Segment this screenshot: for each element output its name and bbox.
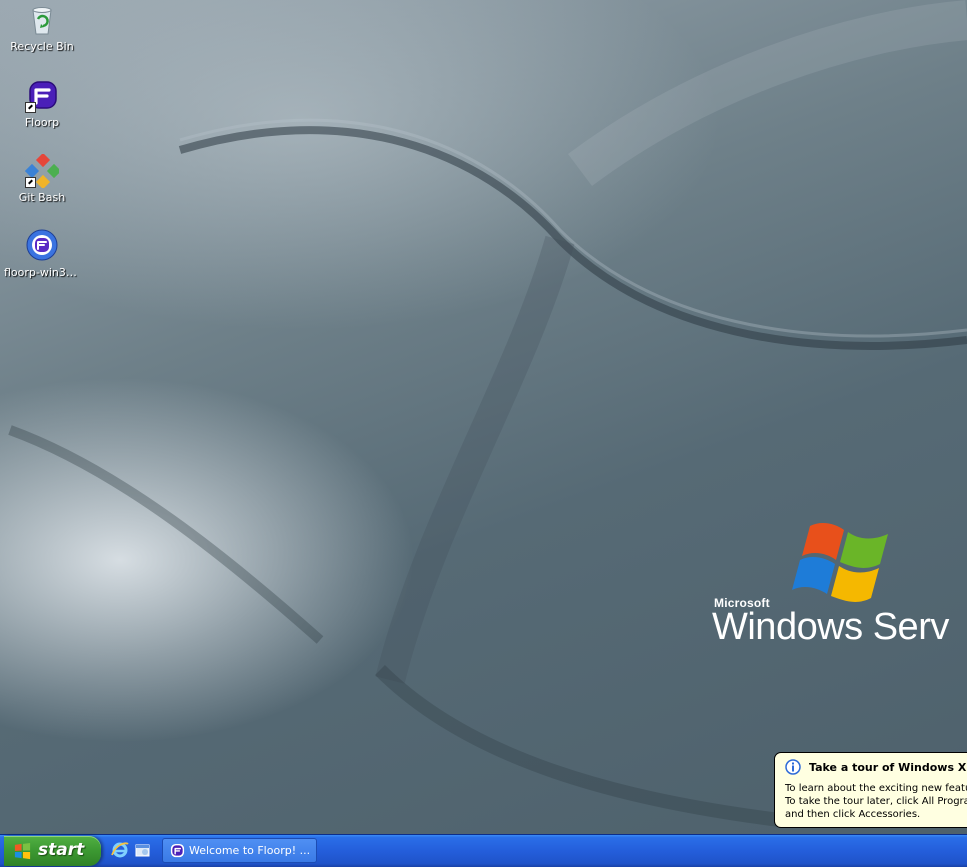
taskbar: start Welcome to Floorp! ... [0,834,967,867]
windows-branding: Microsoft Windows Serv [712,520,967,660]
desktop-icon-recycle-bin[interactable]: Recycle Bin [4,3,80,53]
balloon-title: Take a tour of Windows XP [809,761,967,774]
desktop-icon-label: Floorp [24,116,60,129]
brand-product: Windows Serv [712,606,949,648]
show-desktop-icon[interactable] [133,840,153,860]
windows-logo-icon [14,842,31,860]
balloon-line: To take the tour later, click All Progra… [785,796,967,807]
wallpaper [8,0,967,827]
shortcut-arrow-icon [25,177,36,188]
floorp-icon [170,843,185,858]
start-label: start [38,840,85,860]
balloon-line: and then click Accessories. [785,809,921,820]
desktop-icon-label: Recycle Bin [10,40,74,53]
desktop-icon-floorp-installer[interactable]: floorp-win32... [4,229,80,279]
shortcut-arrow-icon [25,102,36,113]
desktop-icon-floorp[interactable]: Floorp [4,79,80,129]
windows-flag-icon [792,523,888,602]
balloon-line: To learn about the exciting new featu [785,783,967,794]
recycle-bin-icon [25,3,59,37]
desktop-icon-label: Git Bash [18,191,66,204]
balloon-body: To learn about the exciting new featu To… [785,782,967,821]
info-icon [785,759,801,775]
floorp-installer-icon [25,229,59,263]
taskbar-button-label: Welcome to Floorp! ... [189,844,311,857]
desktop-icon-label: floorp-win32... [4,266,80,279]
floorp-icon [25,79,59,113]
desktop[interactable]: Recycle Bin Floorp Git Bash floorp-win32… [0,0,967,834]
notification-balloon[interactable]: Take a tour of Windows XP To learn about… [774,752,967,828]
desktop-icon-git-bash[interactable]: Git Bash [4,152,80,204]
git-bash-icon [24,152,62,190]
start-button[interactable]: start [4,836,101,866]
internet-explorer-icon[interactable] [110,840,130,860]
taskbar-button-floorp[interactable]: Welcome to Floorp! ... [162,838,317,863]
